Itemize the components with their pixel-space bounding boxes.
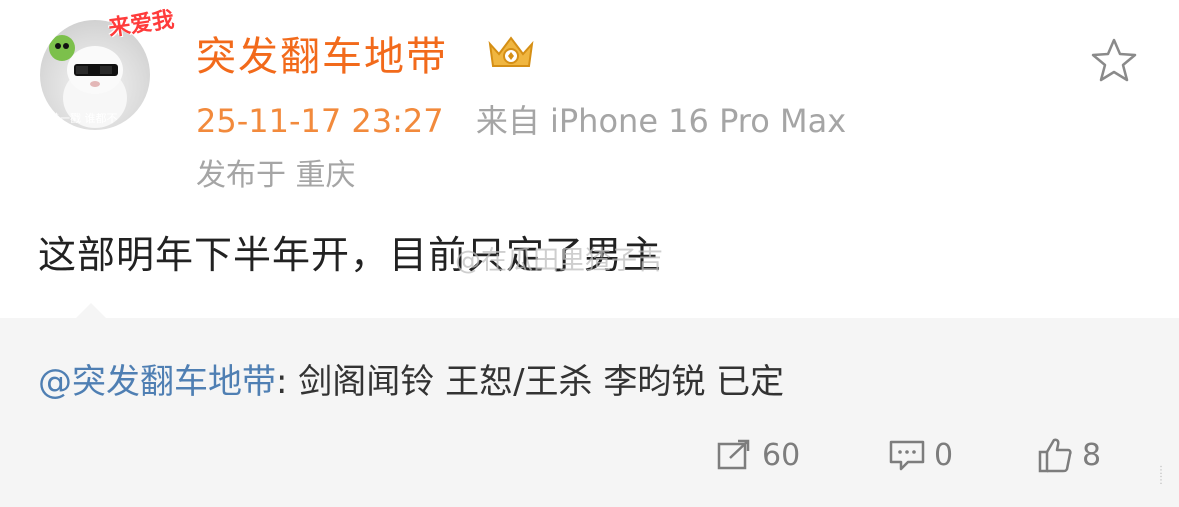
username[interactable]: 突发翻车地带 [196, 24, 448, 82]
share-icon [717, 439, 750, 470]
avatar-sticker-text: 来爱我 [106, 7, 176, 42]
repost-author-link[interactable]: @突发翻车地带 [38, 362, 276, 402]
repost-separator: : [276, 362, 299, 402]
post-meta: 25-11-17 23:27 来自 iPhone 16 Pro Max [196, 96, 846, 142]
corner-decoration: ⋮ ⋮ [1156, 465, 1166, 486]
like-button[interactable]: 8 [1036, 430, 1101, 480]
repost-content[interactable]: @突发翻车地带: 剑阁闻铃 王恕/王杀 李昀锐 已定 [38, 354, 784, 403]
like-count: 8 [1082, 437, 1102, 473]
repost-pointer [75, 303, 107, 319]
avatar-caption: 横一戳 谁都不 [48, 112, 118, 125]
comment-count: 0 [934, 437, 954, 473]
comment-icon [889, 440, 925, 471]
weibo-post: 横一戳 谁都不 来爱我 突发翻车地带 25-11-17 23:27 来自 iPh… [0, 0, 1179, 318]
post-source: 来自 iPhone 16 Pro Max [475, 102, 847, 140]
repost-body: 剑阁闻铃 王恕/王杀 李昀锐 已定 [298, 362, 785, 402]
post-timestamp: 25-11-17 23:27 [196, 102, 444, 140]
vip-crown-icon [488, 36, 534, 67]
star-icon[interactable] [1090, 37, 1138, 83]
repost-button[interactable]: 60 [716, 430, 800, 480]
post-location: 发布于 重庆 [196, 158, 356, 193]
action-bar: 60 0 8 [0, 430, 1179, 480]
repost-count: 60 [762, 437, 801, 473]
watermark: @在瓜田里猹子吉 [455, 246, 664, 276]
avatar-sticker: 来爱我 [30, 2, 176, 52]
thumbs-up-icon [1038, 438, 1072, 473]
comment-button[interactable]: 0 [888, 430, 953, 480]
